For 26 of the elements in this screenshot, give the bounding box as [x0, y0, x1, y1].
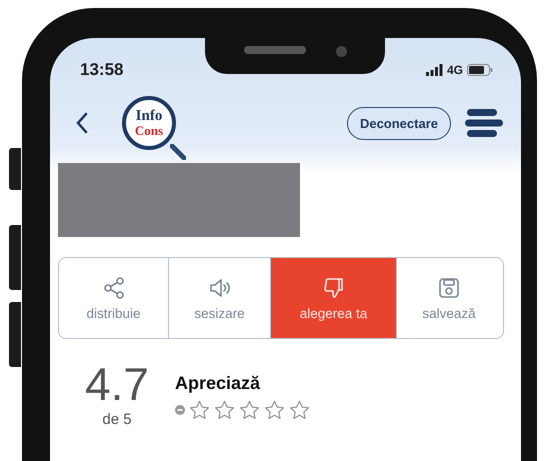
logout-button[interactable]: Deconectare	[346, 106, 451, 140]
rating-title: Apreciază	[174, 373, 262, 394]
camera-dot	[336, 46, 346, 57]
signal-icon	[426, 64, 443, 76]
thumbs-down-icon	[322, 276, 346, 300]
rating-scale: de 5	[102, 411, 132, 428]
clear-rating-icon[interactable]	[174, 405, 185, 415]
star-icon[interactable]	[238, 400, 260, 420]
back-icon[interactable]	[76, 112, 88, 134]
star-icon[interactable]	[188, 400, 210, 420]
network-type: 4G	[446, 63, 463, 77]
star-icon[interactable]	[264, 400, 285, 420]
action-button[interactable]: alegerea ta	[271, 258, 397, 338]
magnifier-handle-icon	[170, 144, 186, 160]
star-icon[interactable]	[214, 400, 235, 420]
logo-text: Info	[136, 109, 162, 124]
rating-score: 4.7	[85, 361, 149, 407]
share-icon	[102, 276, 126, 300]
star-rating[interactable]	[174, 400, 310, 420]
status-time: 13:58	[80, 60, 124, 80]
menu-icon[interactable]	[465, 107, 503, 139]
logo-text: Cons	[134, 124, 164, 137]
speaker-grille	[244, 46, 306, 54]
action-button[interactable]: distribuie	[59, 258, 169, 338]
star-icon[interactable]	[288, 400, 310, 420]
battery-icon	[467, 64, 493, 76]
